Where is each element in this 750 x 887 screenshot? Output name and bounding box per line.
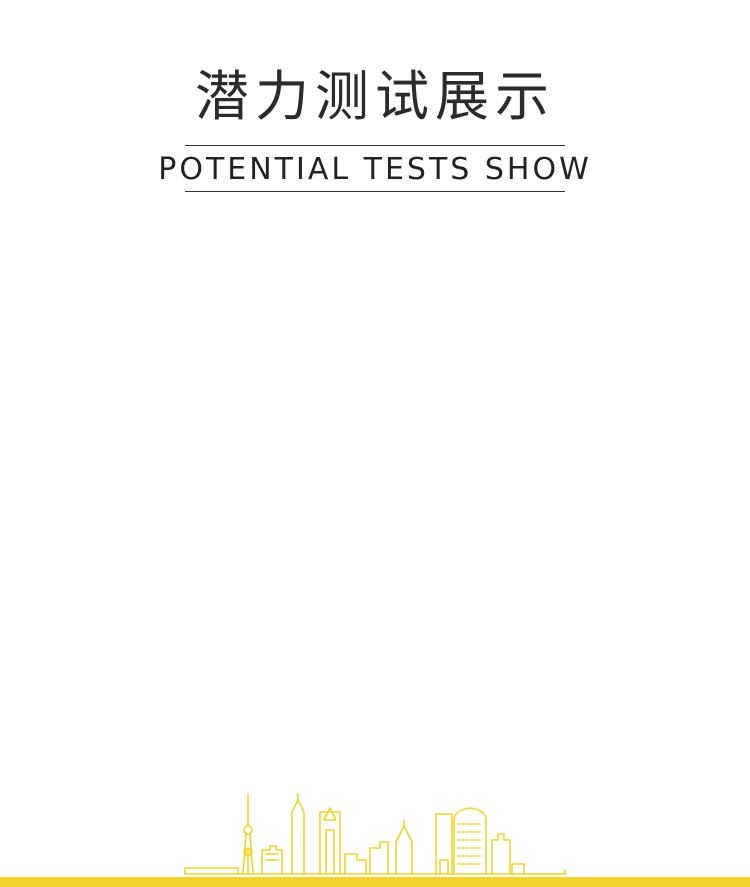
city-skyline-illustration — [184, 793, 566, 875]
bottom-accent-bar — [0, 877, 750, 887]
divider-bottom — [185, 191, 565, 192]
page-title: 潜力测试展示 — [195, 65, 555, 128]
page-subtitle: POTENTIAL TESTS SHOW — [158, 152, 592, 187]
divider-top — [185, 145, 565, 146]
